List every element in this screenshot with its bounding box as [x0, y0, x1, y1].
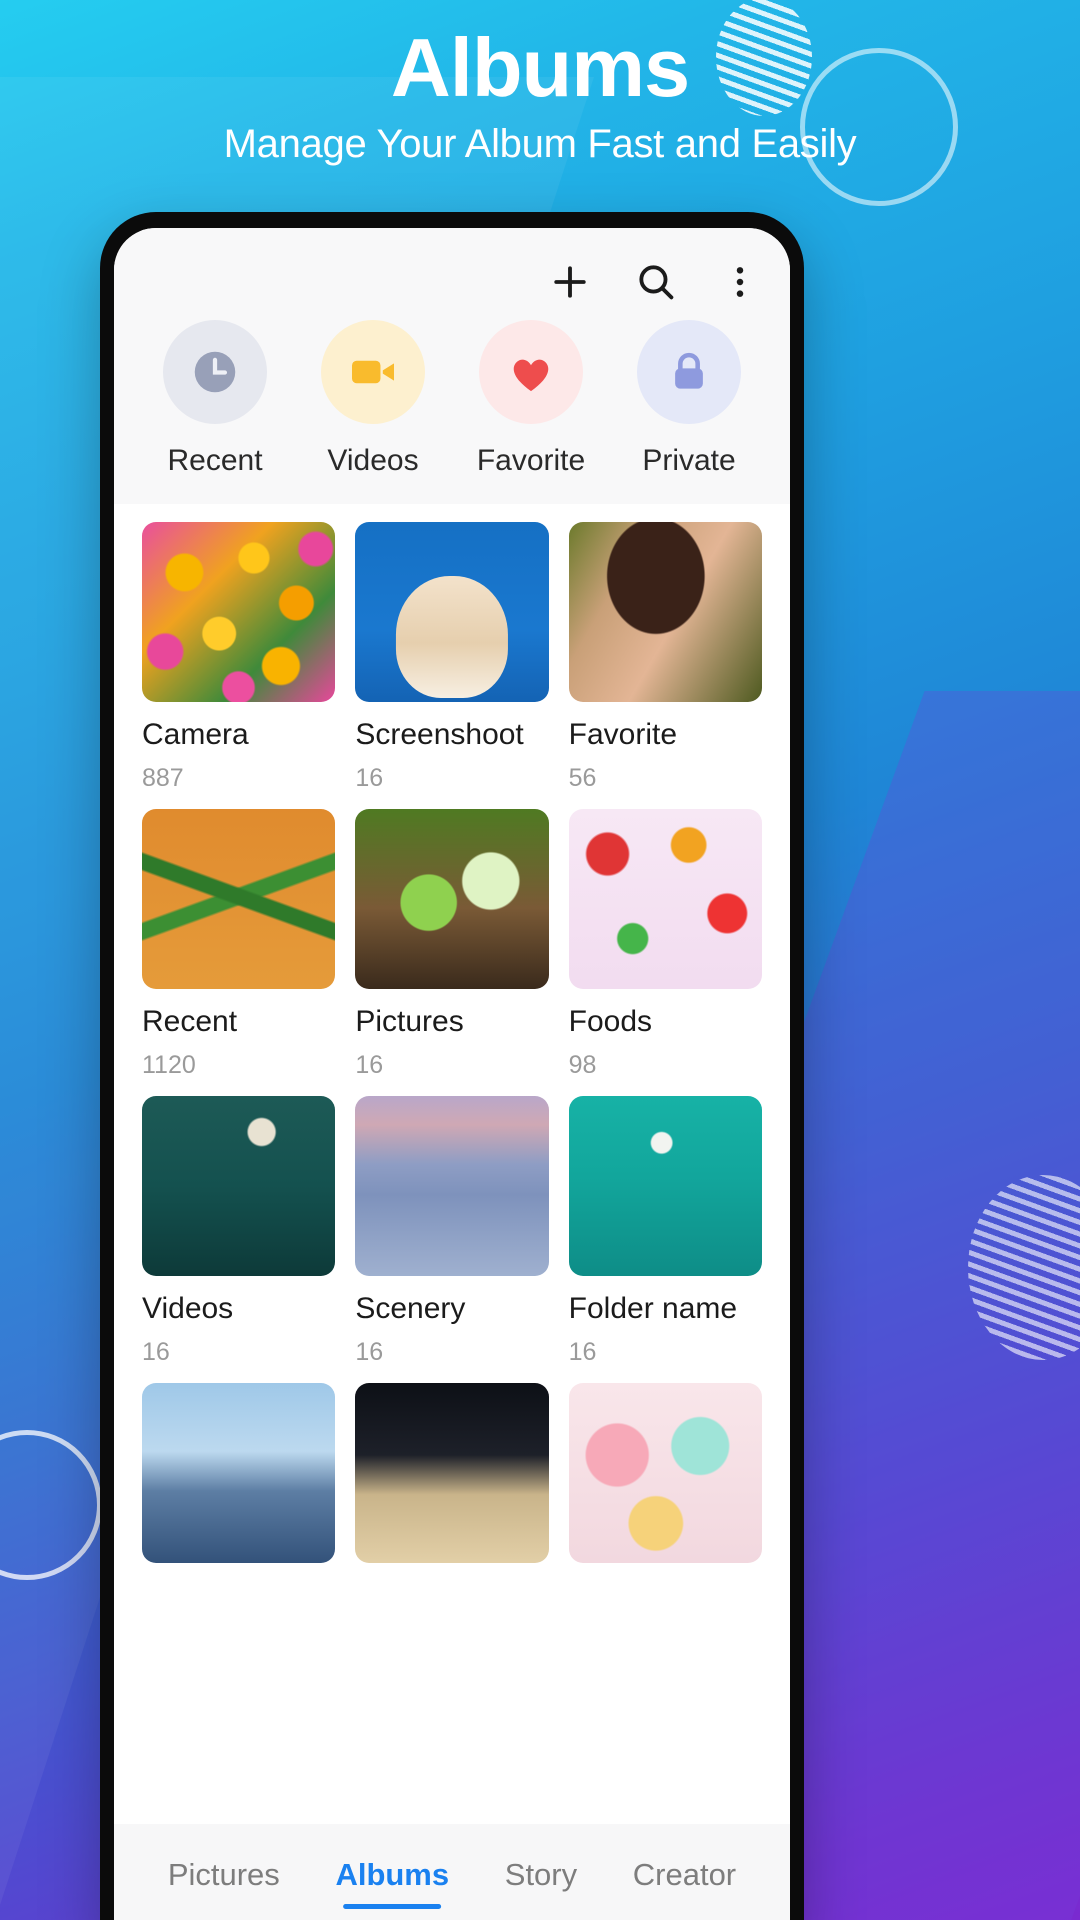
category-chip-private[interactable]: Private: [614, 320, 764, 478]
album-item[interactable]: Camera 887: [142, 522, 336, 793]
album-item[interactable]: [355, 1383, 549, 1563]
album-thumbnail: [355, 1096, 549, 1276]
album-count: 16: [142, 1338, 170, 1366]
bottom-navigation: Pictures Albums Story Creator: [114, 1824, 790, 1920]
album-grid: Camera 887 Screenshoot 16 Favorite 56 Re…: [142, 522, 762, 1563]
album-item[interactable]: Recent 1120: [142, 809, 336, 1080]
category-chip-videos[interactable]: Videos: [298, 320, 448, 478]
clock-icon: [194, 351, 236, 393]
phone-screen: Recent Videos Favorite Private Camera 88…: [114, 228, 790, 1920]
album-thumbnail: [355, 522, 549, 702]
album-title: Pictures: [355, 1005, 464, 1038]
app-toolbar: [114, 228, 790, 314]
category-chip-recent[interactable]: Recent: [140, 320, 290, 478]
category-chip-recent-label: Recent: [167, 444, 263, 477]
category-chip-videos-label: Videos: [327, 444, 419, 477]
plus-icon[interactable]: [548, 260, 592, 304]
album-item[interactable]: Scenery 16: [355, 1096, 549, 1367]
album-item[interactable]: [568, 1383, 762, 1563]
phone-mockup: Recent Videos Favorite Private Camera 88…: [100, 212, 804, 1920]
more-vertical-icon[interactable]: [720, 262, 760, 302]
album-thumbnail: [142, 1383, 336, 1563]
album-title: Scenery: [355, 1292, 466, 1325]
album-thumbnail: [142, 1096, 336, 1276]
album-count: 887: [142, 764, 184, 792]
page-title: Albums: [390, 21, 690, 114]
bottom-nav-item-pictures[interactable]: Pictures: [168, 1857, 280, 1899]
album-item[interactable]: Folder name 16: [568, 1096, 762, 1367]
album-item[interactable]: Favorite 56: [568, 522, 762, 793]
album-count: 16: [355, 1051, 384, 1079]
album-thumbnail: [142, 522, 336, 702]
bottom-nav-label: Albums: [335, 1857, 450, 1892]
category-chip-row: Recent Videos Favorite Private: [114, 314, 790, 504]
bottom-nav-active-underline: [343, 1904, 442, 1909]
album-title: Camera: [142, 718, 249, 751]
category-chip-videos-circle: [321, 320, 425, 424]
lock-icon: [675, 352, 703, 389]
album-item[interactable]: Videos 16: [142, 1096, 336, 1367]
album-thumbnail: [568, 1096, 762, 1276]
album-count: 16: [355, 1338, 384, 1366]
bottom-nav-label: Story: [504, 1857, 578, 1892]
album-title: Recent: [142, 1005, 238, 1038]
heart-icon: [513, 359, 549, 392]
bottom-nav-item-story[interactable]: Story: [505, 1857, 577, 1899]
page-subtitle: Manage Your Album Fast and Easily: [223, 122, 857, 166]
bottom-nav-item-creator[interactable]: Creator: [633, 1857, 736, 1899]
album-item[interactable]: [142, 1383, 336, 1563]
album-thumbnail: [355, 809, 549, 989]
album-title: Videos: [142, 1292, 234, 1325]
category-chip-favorite[interactable]: Favorite: [456, 320, 606, 478]
album-thumbnail: [142, 809, 336, 989]
album-item[interactable]: Foods 98: [568, 809, 762, 1080]
album-count: 56: [568, 764, 597, 792]
album-thumbnail: [568, 1383, 762, 1563]
album-item[interactable]: Screenshoot 16: [355, 522, 549, 793]
category-chip-private-label: Private: [642, 444, 736, 477]
bottom-nav-label: Pictures: [167, 1857, 280, 1892]
album-thumbnail: [568, 522, 762, 702]
category-chip-favorite-label: Favorite: [476, 444, 586, 477]
album-title: Folder name: [568, 1292, 738, 1325]
category-chip-favorite-circle: [479, 320, 583, 424]
album-count: 16: [355, 764, 384, 792]
album-count: 1120: [142, 1051, 196, 1079]
bottom-nav-label: Creator: [632, 1857, 737, 1892]
album-title: Foods: [568, 1005, 653, 1038]
album-count: 16: [568, 1338, 597, 1366]
bottom-nav-item-albums[interactable]: Albums: [335, 1857, 450, 1909]
video-icon: [352, 360, 394, 384]
album-title: Favorite: [568, 718, 678, 751]
album-item[interactable]: Pictures 16: [355, 809, 549, 1080]
album-title: Screenshoot: [355, 718, 524, 751]
search-icon[interactable]: [634, 260, 678, 304]
album-grid-container[interactable]: Camera 887 Screenshoot 16 Favorite 56 Re…: [114, 504, 790, 1920]
album-thumbnail: [355, 1383, 549, 1563]
category-chip-private-circle: [637, 320, 741, 424]
album-count: 98: [568, 1051, 597, 1079]
album-thumbnail: [568, 809, 762, 989]
category-chip-recent-circle: [163, 320, 267, 424]
